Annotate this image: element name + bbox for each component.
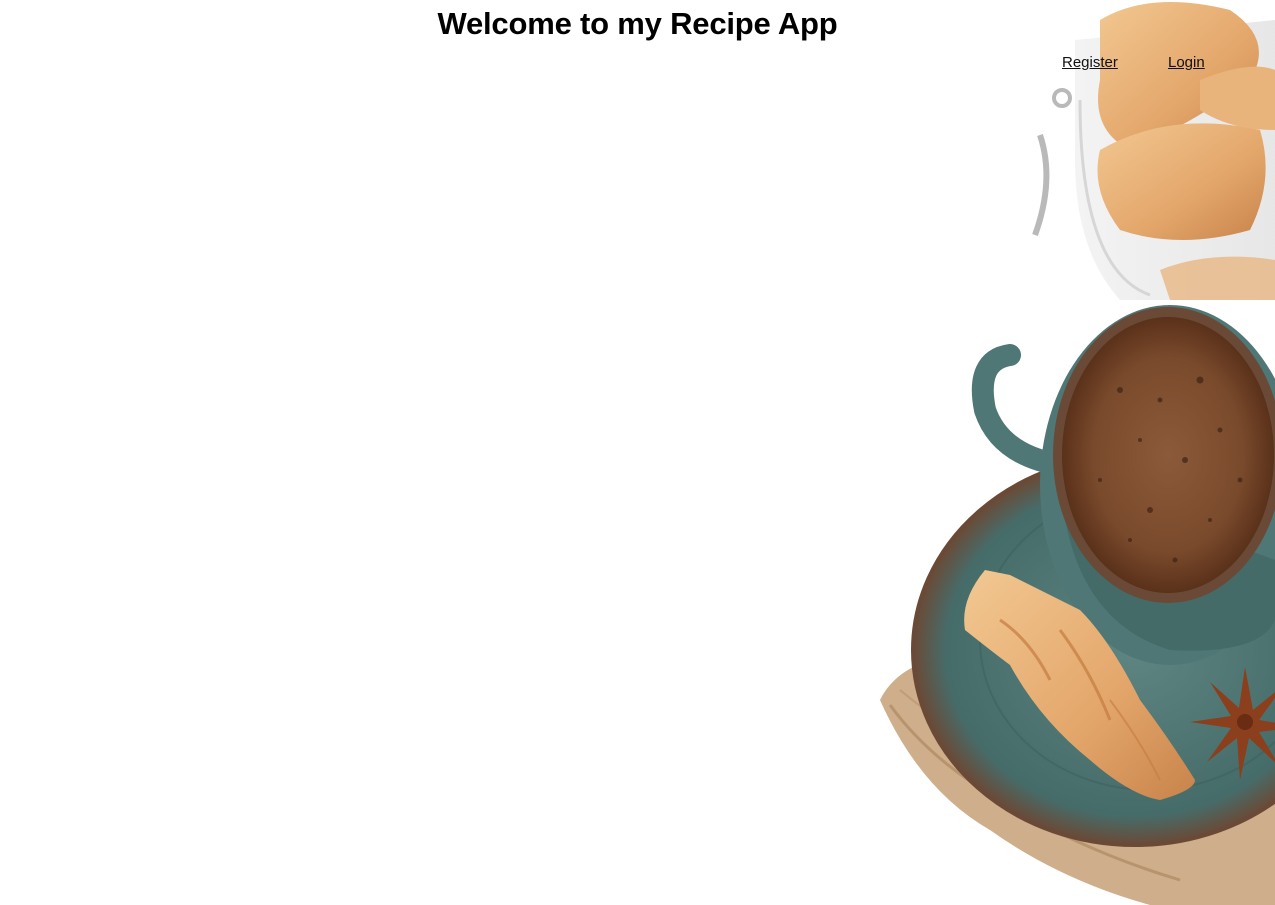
- page-title: Welcome to my Recipe App: [437, 6, 838, 41]
- croissant-jar: [1032, 2, 1275, 300]
- jar-clasp: [1032, 88, 1072, 237]
- top-nav: Register Login: [1040, 54, 1240, 78]
- background-photo: [880, 2, 1275, 905]
- login-link[interactable]: Login: [1168, 54, 1205, 71]
- register-link[interactable]: Register: [1062, 54, 1118, 71]
